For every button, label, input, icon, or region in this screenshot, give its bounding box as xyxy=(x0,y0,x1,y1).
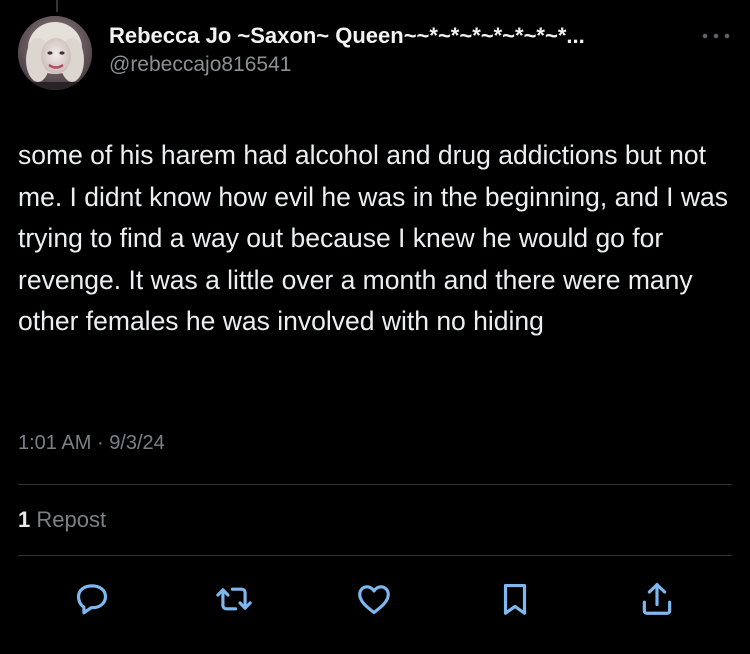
repost-count: 1 xyxy=(18,507,31,532)
avatar[interactable] xyxy=(18,16,92,90)
speech-bubble-icon xyxy=(76,584,108,615)
author-handle[interactable]: @rebeccajo816541 xyxy=(109,51,682,79)
repost-button[interactable] xyxy=(209,574,259,624)
bookmark-button[interactable] xyxy=(490,574,540,624)
post-header: Rebecca Jo ~Saxon~ Queen~~*~*~*~*~*~*~*.… xyxy=(18,16,732,90)
repost-stat[interactable]: 1 Repost xyxy=(18,505,106,535)
timestamp-separator: · xyxy=(96,432,104,454)
bookmark-icon xyxy=(503,583,527,615)
author-names: Rebecca Jo ~Saxon~ Queen~~*~*~*~*~*~*~*.… xyxy=(109,22,682,79)
repost-label: Repost xyxy=(36,507,107,532)
heart-icon xyxy=(358,585,390,615)
like-button[interactable] xyxy=(349,574,399,624)
author-display-name[interactable]: Rebecca Jo ~Saxon~ Queen~~*~*~*~*~*~*~*.… xyxy=(109,22,682,50)
divider-top xyxy=(18,484,732,485)
share-upload-icon xyxy=(642,583,672,615)
reply-button[interactable] xyxy=(67,574,117,624)
share-button[interactable] xyxy=(632,574,682,624)
action-bar xyxy=(0,574,750,624)
post-time: 1:01 AM xyxy=(18,432,92,454)
divider-bottom xyxy=(18,555,732,556)
repost-arrows-icon xyxy=(216,587,252,611)
avatar-photo xyxy=(18,16,92,90)
post-timestamp[interactable]: 1:01 AM · 9/3/24 xyxy=(18,429,165,457)
post-date: 9/3/24 xyxy=(109,432,165,454)
thread-connector-line xyxy=(56,0,58,12)
post-text: some of his harem had alcohol and drug a… xyxy=(18,140,729,336)
more-options-icon[interactable] xyxy=(700,26,732,46)
